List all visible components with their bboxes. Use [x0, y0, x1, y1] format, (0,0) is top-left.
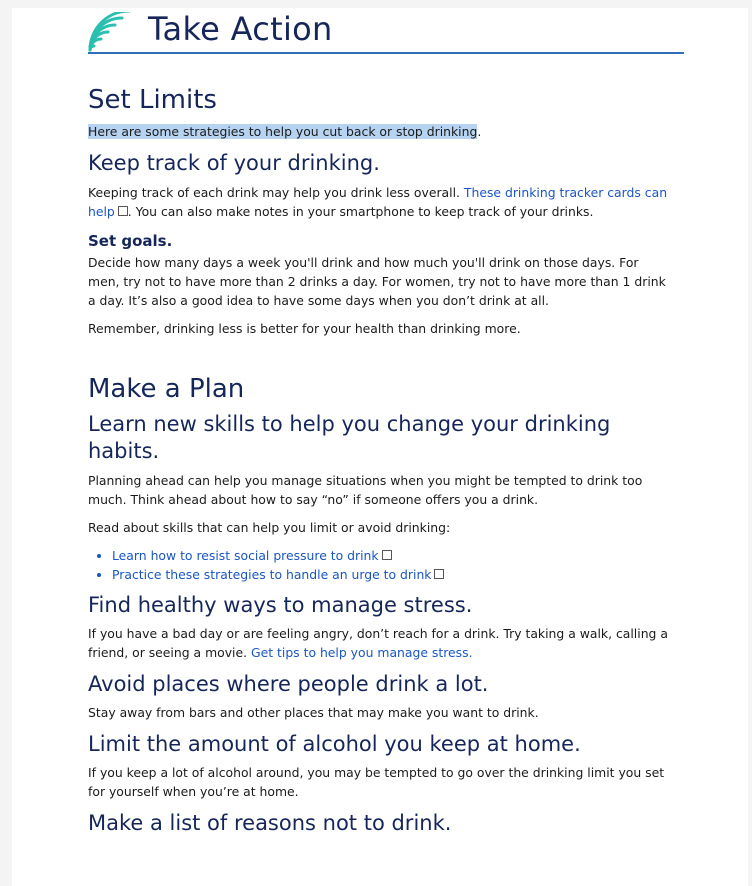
- home-text: If you keep a lot of alcohol around, you…: [88, 765, 665, 799]
- stress-tips-link[interactable]: Get tips to help you manage stress.: [251, 645, 473, 660]
- stress-text: If you have a bad day or are feeling ang…: [88, 626, 668, 660]
- external-link-icon: [117, 206, 128, 216]
- remember-text: Remember, drinking less is better for yo…: [88, 321, 521, 336]
- page-title: Take Action: [148, 10, 333, 48]
- make-plan-heading: Make a Plan: [88, 374, 245, 404]
- skills-read: Read about skills that can help you limi…: [88, 520, 451, 535]
- content: Take Action Set Limits Here are some str…: [88, 8, 684, 837]
- reasons-heading: Make a list of reasons not to drink.: [88, 811, 452, 835]
- track-heading: Keep track of your drinking.: [88, 151, 380, 175]
- external-link-icon: [434, 569, 445, 579]
- skills-heading: Learn new skills to help you change your…: [88, 412, 611, 463]
- signal-waves-icon: [88, 12, 131, 52]
- set-limits-intro: Here are some strategies to help you cut…: [88, 124, 482, 139]
- social-pressure-link[interactable]: Learn how to resist social pressure to d…: [112, 548, 379, 563]
- skills-text: Planning ahead can help you manage situa…: [88, 473, 643, 507]
- set-limits-heading: Set Limits: [88, 85, 217, 115]
- set-goals-text: Decide how many days a week you'll drink…: [88, 255, 666, 308]
- track-text: Keeping track of each drink may help you…: [88, 185, 668, 219]
- highlighted-text: Here are some strategies to help you cut…: [88, 124, 478, 139]
- external-link-icon: [381, 550, 392, 560]
- page: Take Action Set Limits Here are some str…: [12, 8, 748, 886]
- set-goals-heading: Set goals.: [88, 232, 173, 250]
- places-text: Stay away from bars and other places tha…: [88, 705, 539, 720]
- places-heading: Avoid places where people drink a lot.: [88, 672, 489, 696]
- page-header: Take Action: [88, 8, 684, 54]
- list-item: Practice these strategies to handle an u…: [112, 565, 672, 584]
- home-heading: Limit the amount of alcohol you keep at …: [88, 732, 581, 756]
- skills-link-list: Learn how to resist social pressure to d…: [88, 546, 672, 584]
- list-item: Learn how to resist social pressure to d…: [112, 546, 672, 565]
- stress-heading: Find healthy ways to manage stress.: [88, 593, 473, 617]
- urge-strategies-link[interactable]: Practice these strategies to handle an u…: [112, 567, 431, 582]
